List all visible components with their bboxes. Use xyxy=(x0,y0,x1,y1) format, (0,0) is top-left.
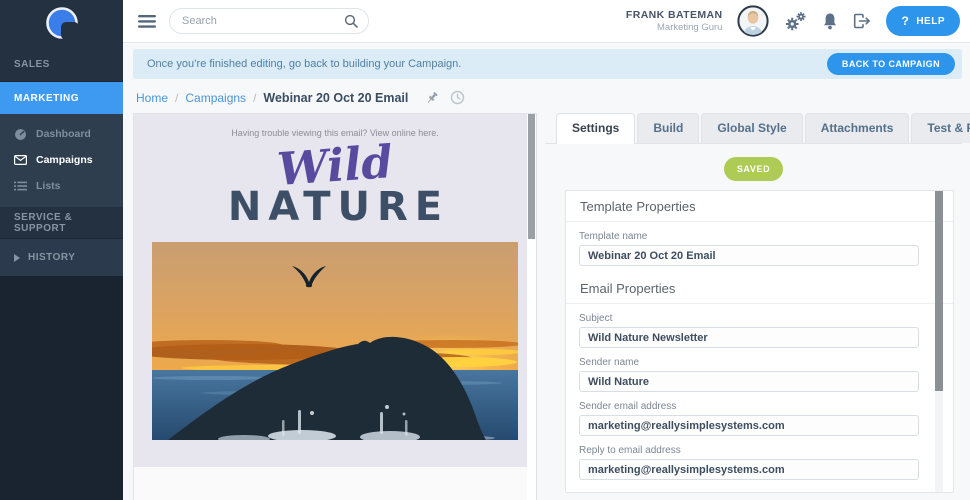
sidebar-item-marketing[interactable]: MARKETING xyxy=(0,82,123,114)
search-box xyxy=(169,8,369,34)
breadcrumb-separator: / xyxy=(175,91,178,105)
dashboard-gauge-icon xyxy=(13,128,27,141)
sidebar-item-lists[interactable]: Lists xyxy=(0,173,123,199)
properties-card: Template Properties Template name Email … xyxy=(565,190,954,493)
email-body-section xyxy=(134,467,527,500)
main-area: FRANK BATEMAN Marketing Guru xyxy=(123,0,970,500)
sidebar-item-label: SERVICE & SUPPORT xyxy=(14,212,123,234)
breadcrumb: Home / Campaigns / Webinar 20 Oct 20 Ema… xyxy=(133,79,962,113)
sidebar-item-label: HISTORY xyxy=(28,252,75,263)
breadcrumb-home[interactable]: Home xyxy=(136,91,168,105)
notifications-bell-icon[interactable] xyxy=(822,12,838,30)
preview-scrollbar-thumb[interactable] xyxy=(528,114,535,239)
sender-email-field: Sender email address xyxy=(566,392,953,436)
help-question-icon: ? xyxy=(901,14,909,28)
app-logo[interactable] xyxy=(0,0,123,47)
content-area: Once you’re finished editing, go back to… xyxy=(123,43,970,500)
pin-icon[interactable] xyxy=(425,91,439,105)
tab-attachments[interactable]: Attachments xyxy=(805,113,910,143)
breadcrumb-separator: / xyxy=(253,91,256,105)
breadcrumb-current: Webinar 20 Oct 20 Email xyxy=(263,91,408,105)
subject-field: Subject xyxy=(566,304,953,348)
banner-message: Once you’re finished editing, go back to… xyxy=(147,58,461,70)
sidebar-item-service-support[interactable]: SERVICE & SUPPORT xyxy=(0,207,123,239)
tab-bar: Settings Build Global Style Attachments … xyxy=(545,113,962,144)
editor-panels: Having trouble viewing this email? View … xyxy=(133,113,962,500)
sidebar-item-label: Campaigns xyxy=(36,154,93,166)
email-preview-panel: Having trouble viewing this email? View … xyxy=(133,113,537,500)
list-icon xyxy=(13,181,27,191)
settings-panel: Settings Build Global Style Attachments … xyxy=(537,113,962,500)
section-title-email-properties: Email Properties xyxy=(566,273,953,304)
sidebar-item-label: Lists xyxy=(36,180,61,192)
sidebar-item-label: SALES xyxy=(14,59,50,70)
tab-global-style[interactable]: Global Style xyxy=(701,113,802,143)
tab-settings[interactable]: Settings xyxy=(556,113,635,144)
tab-test-preview[interactable]: Test & Preview xyxy=(911,113,970,143)
sidebar-item-sales[interactable]: SALES xyxy=(0,47,123,82)
sender-name-label: Sender name xyxy=(579,357,953,368)
caret-right-icon xyxy=(14,254,20,262)
search-icon[interactable] xyxy=(344,14,358,28)
subject-label: Subject xyxy=(579,313,953,324)
info-banner: Once you’re finished editing, go back to… xyxy=(133,49,962,79)
search-input[interactable] xyxy=(182,15,344,27)
sidebar-spacer xyxy=(0,276,123,500)
marketing-submenu: Dashboard Campaigns Lists xyxy=(0,114,123,207)
template-name-input[interactable] xyxy=(579,245,919,266)
history-clock-icon[interactable] xyxy=(450,90,465,105)
reply-to-email-input[interactable] xyxy=(579,459,919,480)
saved-status-badge: SAVED xyxy=(724,157,783,181)
topbar-right-cluster: FRANK BATEMAN Marketing Guru xyxy=(626,5,960,37)
help-label: HELP xyxy=(916,16,945,27)
whale-sunset-image xyxy=(152,242,518,440)
reply-to-email-label: Reply to email address xyxy=(579,445,953,456)
sender-email-label: Sender email address xyxy=(579,401,953,412)
user-role: Marketing Guru xyxy=(626,22,723,34)
template-name-field: Template name xyxy=(566,222,953,266)
envelope-icon xyxy=(13,155,27,165)
logo-icon xyxy=(40,2,84,46)
sidebar-item-label: Dashboard xyxy=(36,128,91,140)
app-window: SALES MARKETING Dashboard Campaigns xyxy=(0,0,970,500)
sidebar: SALES MARKETING Dashboard Campaigns xyxy=(0,0,123,500)
sender-email-input[interactable] xyxy=(579,415,919,436)
sidebar-item-history[interactable]: HISTORY xyxy=(0,239,123,276)
user-menu[interactable]: FRANK BATEMAN Marketing Guru xyxy=(626,9,723,34)
menu-hamburger-icon[interactable] xyxy=(138,15,156,28)
user-name: FRANK BATEMAN xyxy=(626,9,723,22)
section-title-template-properties: Template Properties xyxy=(566,191,953,222)
settings-scrollbar-thumb[interactable] xyxy=(935,191,943,391)
template-name-label: Template name xyxy=(579,231,953,242)
settings-scrollbar[interactable] xyxy=(935,191,943,492)
preview-scrollbar[interactable] xyxy=(527,114,536,500)
help-button[interactable]: ? HELP xyxy=(886,6,960,36)
avatar[interactable] xyxy=(737,5,769,37)
sidebar-item-dashboard[interactable]: Dashboard xyxy=(0,121,123,147)
settings-gears-icon[interactable] xyxy=(784,12,807,31)
topbar: FRANK BATEMAN Marketing Guru xyxy=(123,0,970,43)
tab-build[interactable]: Build xyxy=(637,113,699,143)
sender-name-field: Sender name xyxy=(566,348,953,392)
reply-to-email-field: Reply to email address xyxy=(566,436,953,480)
sender-name-input[interactable] xyxy=(579,371,919,392)
breadcrumb-campaigns[interactable]: Campaigns xyxy=(185,91,246,105)
sidebar-item-label: MARKETING xyxy=(14,93,79,104)
sidebar-item-campaigns[interactable]: Campaigns xyxy=(0,147,123,173)
logout-icon[interactable] xyxy=(853,13,871,29)
subject-input[interactable] xyxy=(579,327,919,348)
back-to-campaign-button[interactable]: BACK TO CAMPAIGN xyxy=(827,53,955,75)
